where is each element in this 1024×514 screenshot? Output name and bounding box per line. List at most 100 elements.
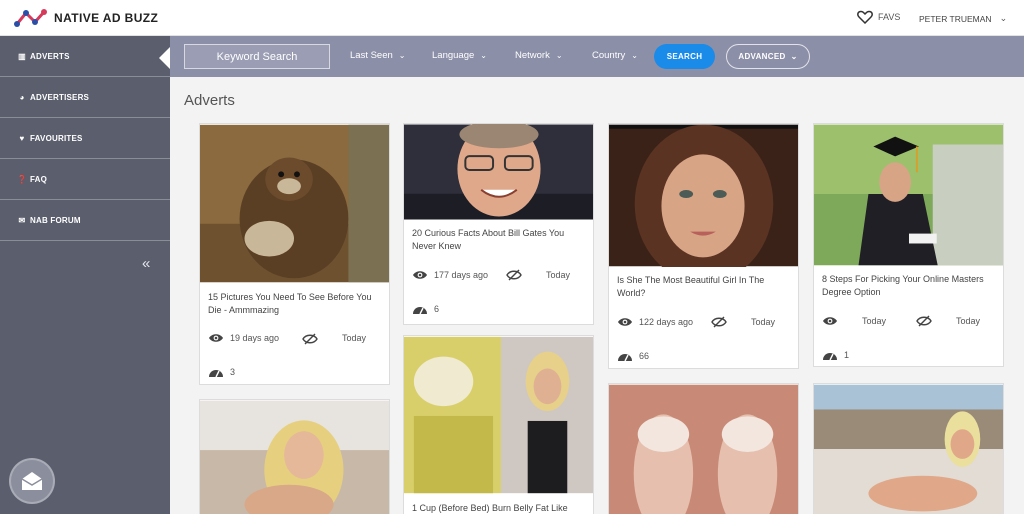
- language-label: Language: [432, 50, 475, 61]
- last-seen-value: Today: [751, 317, 776, 327]
- eye-icon: [209, 334, 223, 342]
- first-seen-value: Today: [862, 316, 887, 326]
- advert-thumbnail: [609, 384, 798, 514]
- network-count-value: 6: [434, 303, 440, 314]
- last-seen-value-wrap: Today: [546, 270, 570, 280]
- advert-title: Is She The Most Beautiful Girl In The Wo…: [617, 275, 765, 298]
- advert-card[interactable]: [608, 383, 799, 514]
- brand-name: NATIVE AD BUZZ: [54, 11, 159, 25]
- country-label: Country: [592, 50, 626, 61]
- advert-card[interactable]: [813, 383, 1004, 514]
- pie-chart-icon: ◕: [19, 92, 25, 102]
- eye-icon: [823, 317, 837, 325]
- sidebar-item-label: ADVERTS: [30, 51, 70, 61]
- last-seen-value: Today: [342, 333, 367, 343]
- last-seen-dropdown[interactable]: Last Seen ⌄: [350, 50, 406, 61]
- network-label: Network: [515, 50, 550, 61]
- collapse-sidebar-icon[interactable]: «: [142, 255, 150, 272]
- last-seen-value-wrap: Today: [751, 317, 775, 327]
- advert-card[interactable]: Is She The Most Beautiful Girl In The Wo…: [608, 123, 799, 369]
- advert-thumbnail: [404, 336, 593, 494]
- advert-card[interactable]: 15 Pictures You Need To See Before You D…: [199, 123, 390, 385]
- gauge-icon: [209, 370, 223, 378]
- heart-outline-icon: [857, 10, 873, 24]
- sidebar-item-faq[interactable]: ❓ FAQ: [0, 159, 170, 200]
- last-seen: [506, 269, 528, 281]
- network-count-value: 66: [639, 350, 650, 361]
- first-seen-value: 177 days ago: [434, 270, 489, 280]
- favs-link[interactable]: FAVS: [857, 10, 900, 24]
- chevron-down-icon: ⌄: [631, 51, 638, 60]
- advert-title: 1 Cup (Before Bed) Burn Belly Fat Like: [412, 503, 568, 513]
- advert-thumbnail: [200, 400, 389, 514]
- advert-card[interactable]: 8 Steps For Picking Your Online Masters …: [813, 123, 1004, 367]
- bar-chart-icon: ▥: [18, 51, 26, 61]
- search-button[interactable]: SEARCH: [654, 44, 715, 69]
- sidebar-item-nab-forum[interactable]: ✉ NAB FORUM: [0, 200, 170, 241]
- advert-thumbnail: [814, 384, 1003, 514]
- favs-label: FAVS: [878, 12, 901, 22]
- advert-title: 20 Curious Facts About Bill Gates You Ne…: [412, 228, 565, 251]
- network-count-value: 1: [844, 349, 850, 360]
- active-indicator: [159, 47, 170, 69]
- last-seen-label: Last Seen: [350, 50, 393, 61]
- advert-title: 8 Steps For Picking Your Online Masters …: [822, 274, 984, 297]
- first-seen: 177 days ago: [412, 270, 488, 280]
- sidebar-item-adverts[interactable]: ▥ ADVERTS: [0, 36, 170, 77]
- chat-widget-button[interactable]: [11, 460, 53, 502]
- eye-slash-icon: [506, 269, 522, 281]
- envelope-icon: [21, 472, 43, 490]
- advert-thumbnail: [814, 124, 1003, 266]
- brand-logo[interactable]: NATIVE AD BUZZ: [14, 8, 158, 28]
- eye-icon: [413, 271, 427, 279]
- gauge-icon: [413, 307, 427, 315]
- last-seen-value: Today: [956, 316, 981, 326]
- sidebar-item-label: FAVOURITES: [30, 133, 83, 143]
- language-dropdown[interactable]: Language ⌄: [432, 50, 487, 61]
- sidebar-item-label: FAQ: [30, 174, 48, 184]
- last-seen: [711, 316, 733, 328]
- last-seen-value-wrap: Today: [956, 316, 980, 326]
- top-header: NATIVE AD BUZZ FAVS PETER TRUEMAN ⌄: [0, 0, 1024, 36]
- filter-bar: Keyword Search Last Seen ⌄ Language ⌄ Netw…: [170, 36, 1024, 77]
- sidebar-item-label: ADVERTISERS: [30, 92, 90, 102]
- advert-card[interactable]: 20 Curious Facts About Bill Gates You Ne…: [403, 123, 594, 325]
- first-seen-value-wrap: Today: [862, 316, 886, 326]
- last-seen: [916, 315, 938, 327]
- advanced-label: ADVANCED: [738, 52, 786, 61]
- advert-card[interactable]: 1 Cup (Before Bed) Burn Belly Fat Like: [403, 335, 594, 514]
- advert-thumbnail: [609, 124, 798, 267]
- chat-icon: ✉: [18, 215, 26, 225]
- eye-slash-icon: [711, 316, 727, 328]
- country-dropdown[interactable]: Country ⌄: [592, 50, 638, 61]
- network-count: 3: [208, 365, 235, 378]
- advanced-button[interactable]: ADVANCED ⌄: [726, 44, 810, 69]
- first-seen-value: 122 days ago: [639, 317, 694, 327]
- first-seen: 122 days ago: [617, 317, 693, 327]
- first-seen: 19 days ago: [208, 333, 279, 343]
- last-seen: [302, 333, 324, 345]
- heart-icon: ♥: [19, 133, 25, 143]
- chevron-down-icon: ⌄: [480, 51, 487, 60]
- eye-slash-icon: [302, 333, 318, 345]
- keyword-search-input[interactable]: Keyword Search: [184, 44, 330, 69]
- network-count: 66: [617, 349, 649, 362]
- network-dropdown[interactable]: Network ⌄: [515, 50, 563, 61]
- last-seen-value: Today: [546, 270, 571, 280]
- sidebar-item-favourites[interactable]: ♥ FAVOURITES: [0, 118, 170, 159]
- first-seen-value: 19 days ago: [230, 333, 280, 343]
- chevron-down-icon: ⌄: [398, 51, 406, 60]
- eye-slash-icon: [916, 315, 932, 327]
- user-name: PETER TRUEMAN: [919, 13, 992, 24]
- network-count: 6: [412, 302, 439, 315]
- advert-card[interactable]: [199, 399, 390, 514]
- advert-thumbnail: [200, 124, 389, 283]
- chevron-down-icon: ⌄: [555, 51, 563, 60]
- network-count: 1: [822, 348, 849, 361]
- question-icon: ❓: [17, 174, 28, 184]
- user-menu[interactable]: PETER TRUEMAN ⌄: [919, 13, 1007, 24]
- logo-mark-icon: [14, 9, 47, 27]
- advert-thumbnail: [404, 124, 593, 220]
- sidebar-item-advertisers[interactable]: ◕ ADVERTISERS: [0, 77, 170, 118]
- network-count-value: 3: [230, 366, 236, 377]
